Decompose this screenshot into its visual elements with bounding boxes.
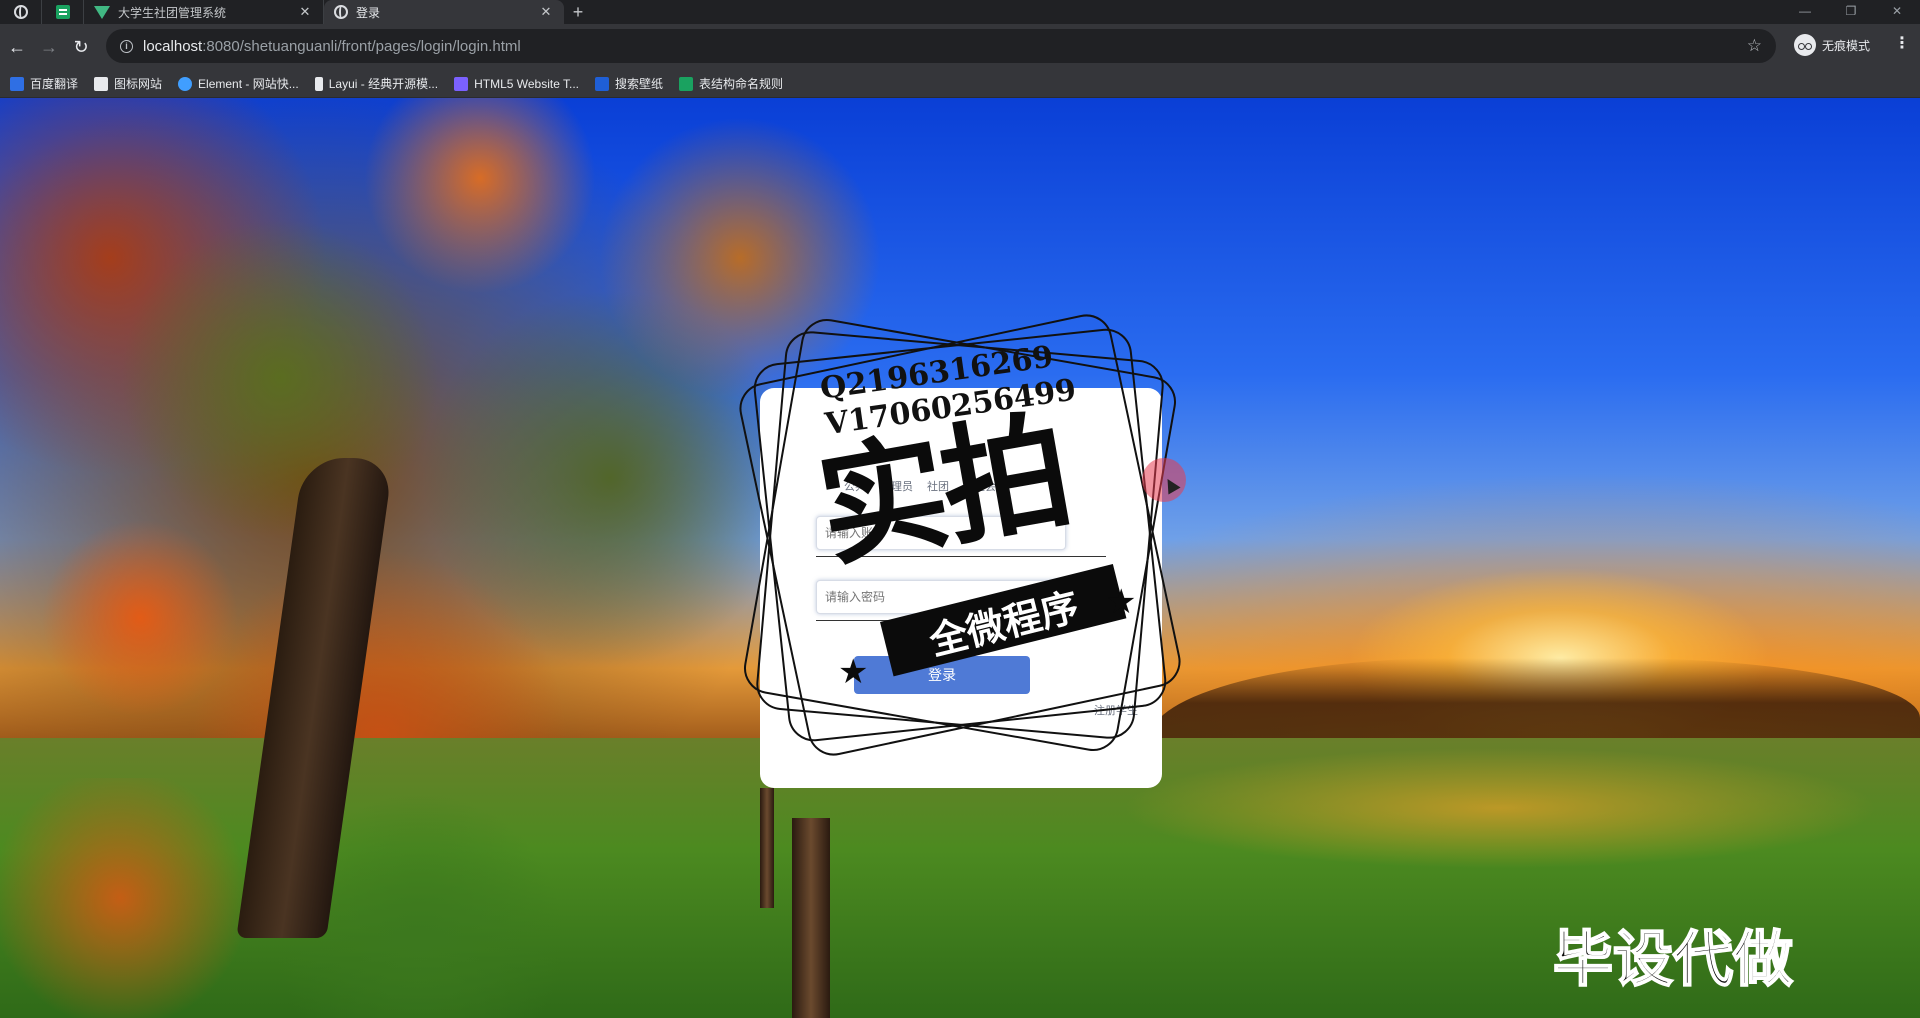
green-sheet-icon xyxy=(55,5,70,19)
bookmark-item[interactable]: 图标网站 xyxy=(94,75,162,92)
tab-title: 登录 xyxy=(356,5,381,20)
bookmark-star-icon[interactable]: ☆ xyxy=(1747,36,1762,56)
bookmark-label: 搜索壁纸 xyxy=(615,77,664,91)
bookmark-label: Element - 网站快... xyxy=(198,77,299,91)
tab-2[interactable]: 大学生社团管理系统 ✕ xyxy=(84,0,324,24)
bookmark-item[interactable]: Layui - 经典开源模... xyxy=(314,75,439,92)
back-arrow-icon[interactable]: ← xyxy=(2,32,32,62)
login-card: 公共 管理员 社团 学生会 登录 注册学生 xyxy=(760,388,1162,788)
close-icon[interactable]: ✕ xyxy=(538,4,554,20)
bookmark-item[interactable]: 表结构命名规则 xyxy=(679,75,783,92)
fence-post xyxy=(760,788,774,908)
role-option[interactable]: 社团 xyxy=(927,478,949,494)
browser-toolbar: ← → ↻ i localhost:8080/shetuanguanli/fro… xyxy=(0,24,1920,70)
forward-arrow-icon[interactable]: → xyxy=(34,32,64,62)
url-path: :8080/shetuanguanli/front/pages/login/lo… xyxy=(202,37,521,55)
role-selector: 公共 管理员 社团 学生会 xyxy=(844,478,996,494)
new-tab-button[interactable]: + xyxy=(564,0,592,24)
url-text: localhost:8080/shetuanguanli/front/pages… xyxy=(143,38,521,55)
tab-title: 大学生社团管理系统 xyxy=(118,5,227,20)
bookmark-label: 百度翻译 xyxy=(30,77,79,91)
password-field-wrap xyxy=(816,580,1106,621)
incognito-label: 无痕模式 xyxy=(1822,38,1871,53)
background-field-foliage xyxy=(0,778,740,1018)
kebab-menu-icon[interactable]: ⋮ xyxy=(1894,36,1910,52)
password-input[interactable] xyxy=(816,580,1066,614)
bookmark-icon xyxy=(595,76,610,91)
role-option[interactable]: 管理员 xyxy=(880,478,913,494)
globe-icon xyxy=(13,5,28,19)
bookmark-item[interactable]: 搜索壁纸 xyxy=(595,75,663,92)
tab-3[interactable]: 登录 ✕ xyxy=(324,0,564,24)
close-icon[interactable]: ✕ xyxy=(297,4,313,20)
role-option[interactable]: 学生会 xyxy=(963,478,996,494)
username-input[interactable] xyxy=(816,516,1066,550)
window-controls: — ❐ ✕ xyxy=(1782,0,1920,22)
fence-post xyxy=(792,818,830,1018)
bookmark-label: Layui - 经典开源模... xyxy=(328,77,439,91)
bookmark-icon xyxy=(454,76,469,91)
tab-strip: 大学生社团管理系统 ✕ 登录 ✕ + — ❐ ✕ xyxy=(0,0,1920,24)
globe-icon xyxy=(334,5,348,19)
info-icon[interactable]: i xyxy=(120,39,133,53)
bookmark-label: HTML5 Website T... xyxy=(474,76,580,91)
address-bar[interactable]: i localhost:8080/shetuanguanli/front/pag… xyxy=(106,29,1776,63)
bookmark-item[interactable]: Element - 网站快... xyxy=(178,75,299,92)
bookmark-item[interactable]: HTML5 Website T... xyxy=(454,76,580,91)
incognito-icon xyxy=(1794,34,1816,56)
tab-1[interactable] xyxy=(42,0,84,24)
bookmark-icon xyxy=(679,76,694,91)
vue-icon xyxy=(94,5,110,19)
minimize-icon[interactable]: — xyxy=(1782,0,1828,22)
username-field-wrap xyxy=(816,516,1106,557)
incognito-indicator[interactable]: 无痕模式 xyxy=(1794,34,1870,56)
register-link[interactable]: 注册学生 xyxy=(1094,702,1138,718)
bookmark-icon xyxy=(178,76,193,91)
tab-0[interactable] xyxy=(0,0,42,24)
role-option[interactable]: 公共 xyxy=(844,478,866,494)
bookmark-label: 表结构命名规则 xyxy=(699,77,784,91)
bookmark-icon xyxy=(314,76,323,91)
close-window-icon[interactable]: ✕ xyxy=(1874,0,1920,22)
bookmark-icon xyxy=(94,76,109,91)
reload-icon[interactable]: ↻ xyxy=(66,32,96,62)
bookmark-icon xyxy=(10,76,24,91)
url-host: localhost xyxy=(143,37,203,55)
login-button[interactable]: 登录 xyxy=(854,656,1030,694)
bookmarks-bar: 百度翻译 图标网站 Element - 网站快... Layui - 经典开源模… xyxy=(0,70,1920,98)
bookmark-item[interactable]: 百度翻译 xyxy=(10,75,78,92)
bookmark-label: 图标网站 xyxy=(114,77,163,91)
restore-icon[interactable]: ❐ xyxy=(1828,0,1874,22)
